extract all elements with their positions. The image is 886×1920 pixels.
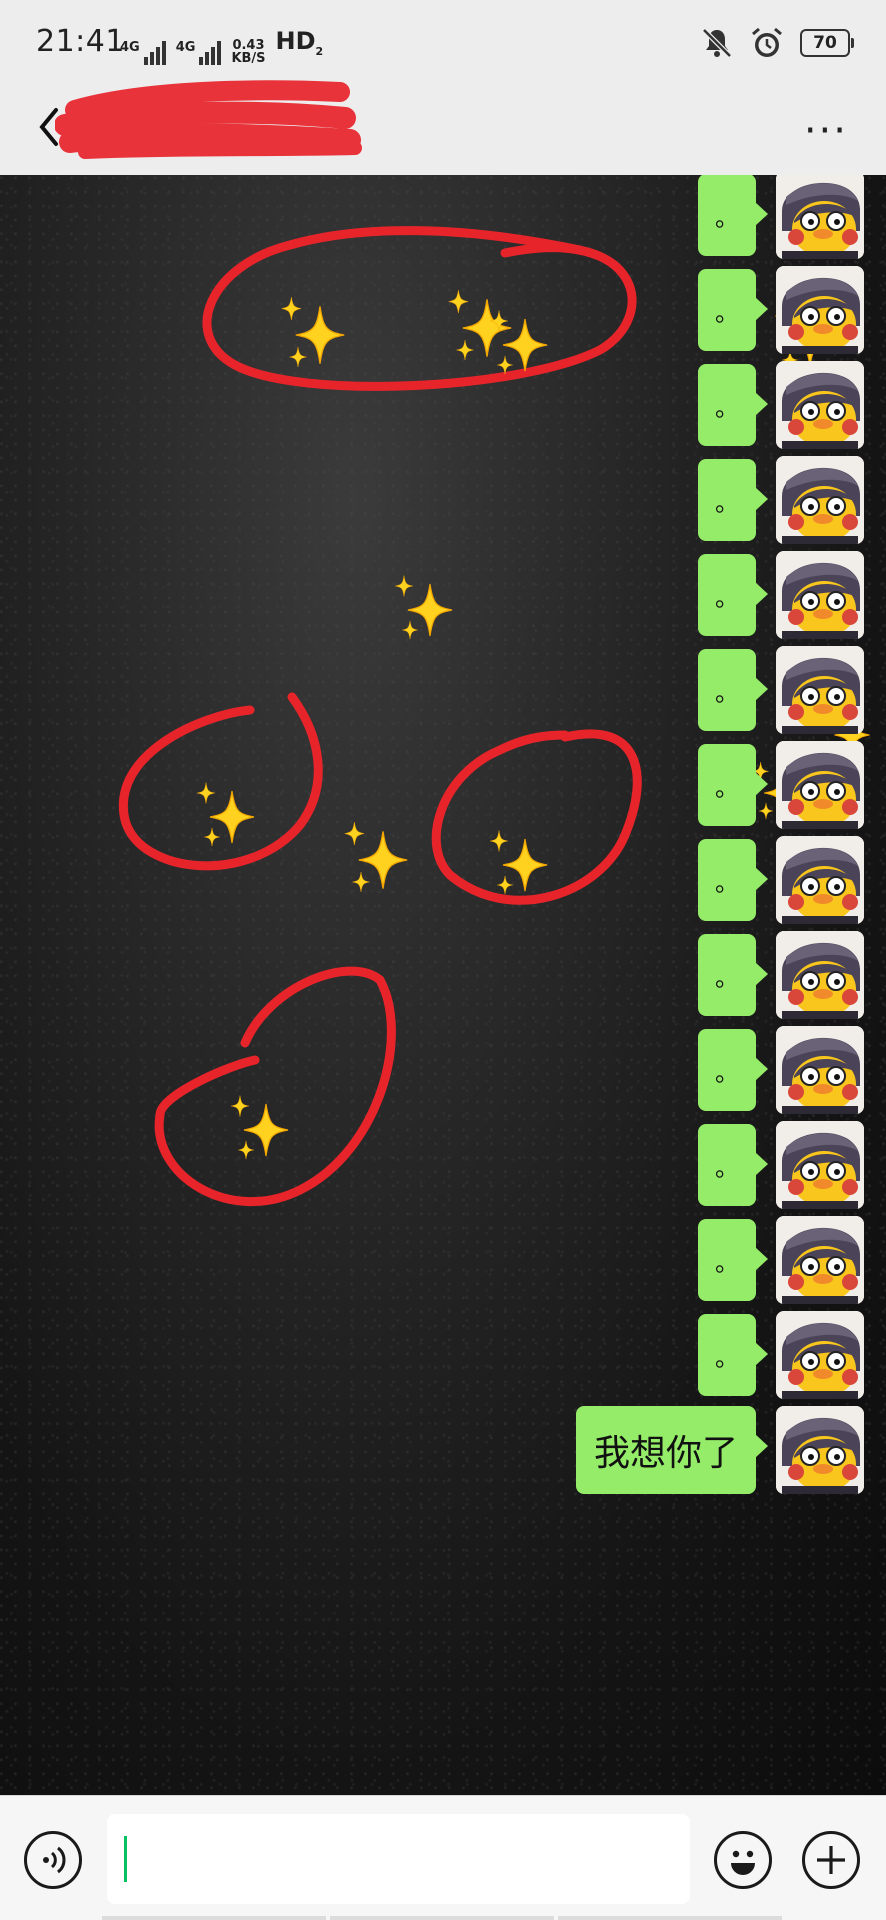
emoji-icon[interactable] (714, 1831, 772, 1889)
avatar[interactable] (776, 931, 864, 1019)
text-caret (124, 1836, 127, 1882)
more-button[interactable]: ··· (804, 108, 848, 154)
sparkle-icon (490, 831, 547, 895)
avatar[interactable] (776, 175, 864, 259)
avatar[interactable] (776, 1406, 864, 1494)
signal-icon: 4G (120, 40, 166, 65)
message-bubble[interactable]: 。 (698, 744, 768, 826)
battery-icon: 70 (800, 29, 854, 57)
sparkle-icon (345, 822, 407, 892)
message-bubble[interactable]: 。 (698, 459, 768, 541)
mute-bell-icon (702, 28, 732, 58)
message-bubble[interactable]: 。 (698, 839, 768, 921)
avatar[interactable] (776, 266, 864, 354)
message-row: 。 (698, 455, 864, 545)
redaction-scribble (55, 80, 362, 159)
hd-badge: HD2 (275, 27, 324, 58)
message-bubble[interactable]: 。 (698, 1124, 768, 1206)
network-speed: 0.43 KB/S (231, 37, 266, 66)
message-row: 。 (698, 835, 864, 925)
annotation-circle (431, 729, 642, 905)
avatar[interactable] (776, 1026, 864, 1114)
network-indicators: 4G 4G 0.43 KB/S HD2 (120, 28, 323, 65)
sparkle-icon (395, 576, 452, 640)
message-row: 。 (698, 930, 864, 1020)
avatar[interactable] (776, 456, 864, 544)
annotation-circle (202, 226, 637, 391)
message-row: 。 (698, 740, 864, 830)
message-row: 。 (698, 1310, 864, 1400)
message-row: 。 (698, 1025, 864, 1115)
annotation-circle (118, 692, 323, 871)
message-bubble[interactable]: 。 (698, 1219, 768, 1301)
avatar[interactable] (776, 741, 864, 829)
message-bubble[interactable]: 。 (698, 364, 768, 446)
message-bubble[interactable]: 。 (698, 1314, 768, 1396)
signal-icon: 4G (176, 40, 222, 65)
status-bar: 21:41 4G 4G 0.43 KB/S HD2 70 (0, 0, 886, 80)
message-bubble[interactable]: 。 (698, 934, 768, 1016)
message-row: 。 (698, 1215, 864, 1305)
voice-icon[interactable] (24, 1831, 82, 1889)
composer-bar (0, 1795, 886, 1920)
message-row: 我想你了 (575, 1405, 864, 1495)
message-input[interactable] (107, 1814, 690, 1904)
avatar[interactable] (776, 1311, 864, 1399)
message-row: 。 (698, 360, 864, 450)
sparkle-icon (490, 311, 547, 375)
chat-header: ··· (0, 80, 886, 175)
avatar[interactable] (776, 1121, 864, 1209)
alarm-icon (752, 27, 782, 57)
message-bubble[interactable]: 。 (698, 554, 768, 636)
sparkle-icon (197, 783, 254, 847)
chat-area[interactable]: 。 。 。 。 。 。 。 。 。 。 。 。 。 我想你了 (0, 175, 886, 1795)
message-bubble[interactable]: 。 (698, 649, 768, 731)
status-time: 21:41 (36, 24, 125, 59)
message-row: 。 (698, 550, 864, 640)
message-bubble[interactable]: 。 (698, 1029, 768, 1111)
message-bubble[interactable]: 。 (698, 269, 768, 351)
sparkle-icon (231, 1096, 288, 1160)
message-bubble[interactable]: 。 (698, 175, 768, 256)
avatar[interactable] (776, 646, 864, 734)
message-row: 。 (698, 265, 864, 355)
message-bubble[interactable]: 我想你了 (575, 1406, 769, 1494)
bottom-handle (102, 1916, 782, 1920)
annotation-circle (154, 966, 396, 1206)
avatar[interactable] (776, 836, 864, 924)
sparkle-icon (282, 297, 344, 367)
message-row: 。 (698, 1120, 864, 1210)
avatar[interactable] (776, 1216, 864, 1304)
avatar[interactable] (776, 361, 864, 449)
message-row: 。 (698, 645, 864, 735)
plus-icon[interactable] (802, 1831, 860, 1889)
message-row: 。 (698, 175, 864, 260)
avatar[interactable] (776, 551, 864, 639)
status-right-icons: 70 (700, 26, 854, 60)
sparkle-icon (449, 290, 511, 360)
chat-screen: 21:41 4G 4G 0.43 KB/S HD2 70 ··· 。 。 。 。… (0, 0, 886, 1920)
